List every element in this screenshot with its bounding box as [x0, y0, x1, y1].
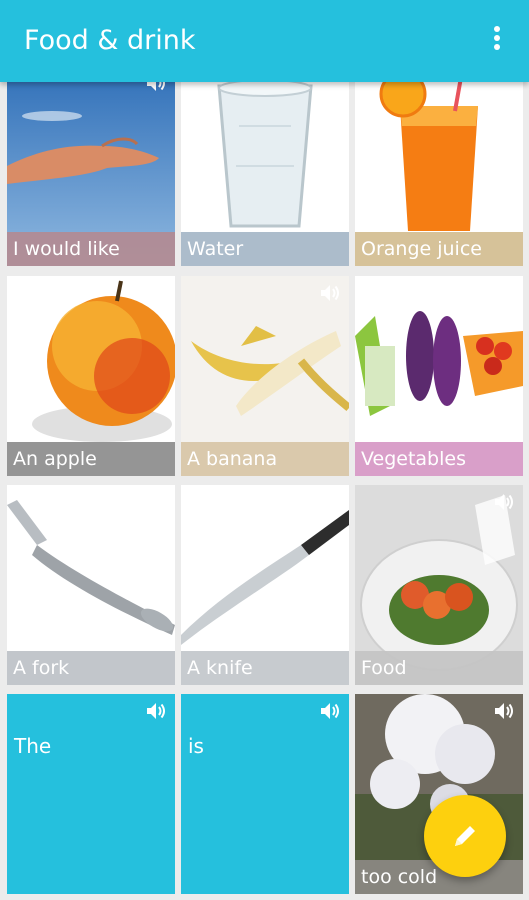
tile-caption: An apple	[7, 442, 175, 476]
tile-word-is[interactable]: is	[181, 694, 349, 894]
tile-caption: Food	[355, 651, 523, 685]
speaker-icon[interactable]	[145, 700, 167, 722]
tile-orange-juice[interactable]: Orange juice	[355, 66, 523, 266]
tile-a-knife[interactable]: A knife	[181, 485, 349, 685]
tile-word: is	[188, 734, 204, 758]
speaker-icon[interactable]	[493, 491, 515, 513]
tile-caption: A knife	[181, 651, 349, 685]
pencil-icon	[455, 826, 475, 846]
speaker-icon[interactable]	[319, 282, 341, 304]
speaker-icon[interactable]	[493, 282, 515, 304]
tile-caption: Vegetables	[355, 442, 523, 476]
tile-a-fork[interactable]: A fork	[7, 485, 175, 685]
tile-water[interactable]: Water	[181, 66, 349, 266]
tile-vegetables[interactable]: Vegetables	[355, 276, 523, 476]
tile-word: The	[14, 734, 52, 758]
edit-fab-button[interactable]	[424, 795, 506, 877]
tile-i-would-like[interactable]: I would like	[7, 66, 175, 266]
speaker-icon[interactable]	[493, 700, 515, 722]
speaker-icon[interactable]	[319, 700, 341, 722]
more-vert-icon[interactable]	[491, 26, 503, 54]
tile-a-banana[interactable]: A banana	[181, 276, 349, 476]
page-title: Food & drink	[24, 25, 196, 56]
tile-caption: A banana	[181, 442, 349, 476]
tile-caption: I would like	[7, 232, 175, 266]
tile-caption: Water	[181, 232, 349, 266]
tile-caption: A fork	[7, 651, 175, 685]
tile-food[interactable]: Food	[355, 485, 523, 685]
tile-word-the[interactable]: The	[7, 694, 175, 894]
tile-an-apple[interactable]: An apple	[7, 276, 175, 476]
app-bar: Food & drink	[0, 0, 529, 82]
tile-caption: Orange juice	[355, 232, 523, 266]
phrase-grid: I would like Water Orange juice An apple…	[0, 0, 529, 900]
